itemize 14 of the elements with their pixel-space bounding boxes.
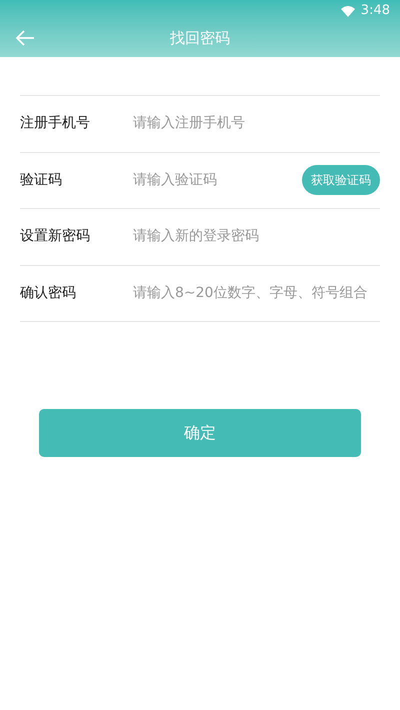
field-label: 确认密码 <box>20 284 77 303</box>
get-code-button[interactable]: 获取验证码 <box>302 165 380 196</box>
input-field[interactable]: 请输入注册手机号 <box>133 113 380 134</box>
status-time: 3:48 <box>360 2 390 20</box>
page-title: 找回密码 <box>170 28 230 49</box>
input-field[interactable]: 请输入8~20位数字、字母、符号组合 <box>133 282 380 304</box>
confirm-button[interactable]: 确定 <box>39 409 361 457</box>
input-field[interactable]: 请输入新的登录密码 <box>133 226 380 248</box>
field-label: 设置新密码 <box>20 227 91 246</box>
field-label: 注册手机号 <box>20 114 91 134</box>
wifi-icon <box>340 6 355 16</box>
back-arrow-icon <box>15 30 35 46</box>
field-label: 验证码 <box>20 170 63 190</box>
input-field[interactable]: 请输入验证码 <box>133 170 302 191</box>
